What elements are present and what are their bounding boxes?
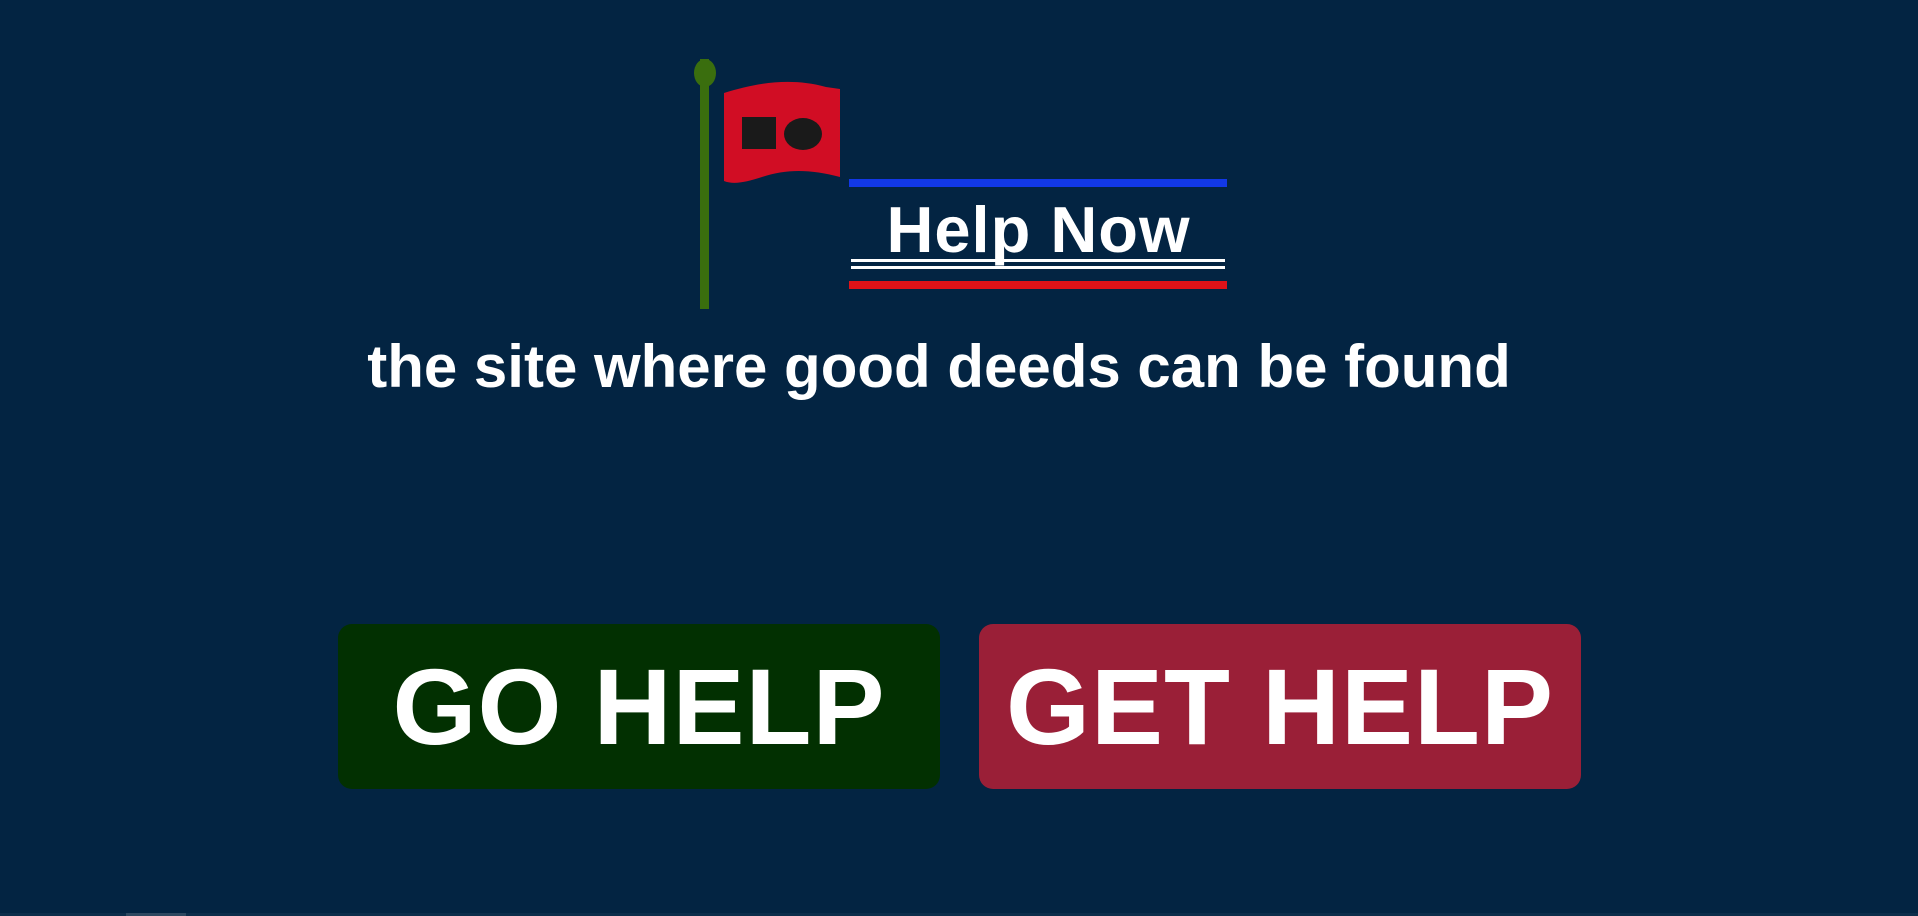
- flag-pole-finial: [694, 59, 716, 87]
- help-now-logo[interactable]: Help Now: [690, 57, 1235, 309]
- flag-pole: [700, 59, 709, 309]
- top-rule: [849, 179, 1227, 187]
- circle-icon: [784, 118, 822, 150]
- go-help-button[interactable]: GO HELP: [338, 624, 940, 789]
- get-help-label: GET HELP: [1005, 645, 1555, 767]
- flag-cloth: [724, 81, 840, 183]
- bottom-rule: [849, 281, 1227, 289]
- underline-2: [851, 266, 1225, 269]
- square-icon: [742, 117, 776, 149]
- logo-wordmark: Help Now: [886, 193, 1191, 266]
- page: { "logo": { "wordmark": "Help Now", "col…: [0, 0, 1918, 916]
- go-help-label: GO HELP: [392, 645, 886, 767]
- flag-icon: [694, 59, 1227, 309]
- tagline: the site where good deeds can be found: [367, 333, 1511, 400]
- get-help-button[interactable]: GET HELP: [979, 624, 1581, 789]
